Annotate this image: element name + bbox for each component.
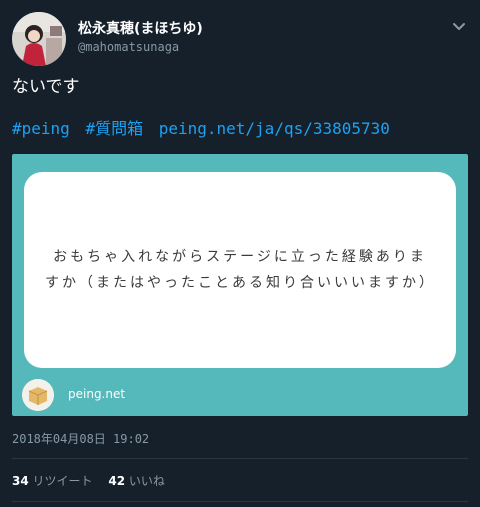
divider	[12, 501, 468, 502]
chevron-down-icon[interactable]	[450, 18, 468, 36]
card-domain: peing.net	[68, 387, 126, 401]
peing-logo-icon	[22, 379, 54, 411]
retweet-label[interactable]: リツイート	[33, 474, 93, 488]
tweet-timestamp[interactable]: 2018年04月08日 19:02	[12, 430, 149, 447]
card-question-panel: おもちゃ入れながらステージに立った経験ありますか（またはやったことある知り合いい…	[24, 172, 456, 368]
divider	[12, 458, 468, 459]
user-handle[interactable]: @mahomatsunaga	[78, 40, 179, 54]
tweet-links: #peing #質問箱 peing.net/ja/qs/33805730	[12, 118, 396, 140]
hashtag-link[interactable]: #peing	[12, 119, 70, 138]
display-name[interactable]: 松永真穂(まほちゆ)	[78, 18, 203, 38]
tweet-stats: 34 リツイート 42 いいね	[12, 472, 177, 489]
hashtag-link[interactable]: #質問箱	[85, 119, 143, 138]
tweet-view: 松永真穂(まほちゆ) @mahomatsunaga ないです #peing #質…	[0, 0, 480, 507]
avatar-image	[12, 12, 66, 66]
tweet-text: ないです	[12, 77, 80, 97]
link-card[interactable]: おもちゃ入れながらステージに立った経験ありますか（またはやったことある知り合いい…	[12, 154, 468, 416]
card-question: おもちゃ入れながらステージに立った経験ありますか（またはやったことある知り合いい…	[45, 249, 436, 291]
tweet-header: 松永真穂(まほちゆ) @mahomatsunaga	[12, 12, 468, 66]
card-footer: peing.net	[12, 376, 468, 416]
avatar[interactable]	[12, 12, 66, 66]
url-link[interactable]: peing.net/ja/qs/33805730	[159, 119, 390, 138]
like-label[interactable]: いいね	[129, 474, 165, 488]
like-count[interactable]: 42	[108, 474, 125, 488]
retweet-count[interactable]: 34	[12, 474, 29, 488]
